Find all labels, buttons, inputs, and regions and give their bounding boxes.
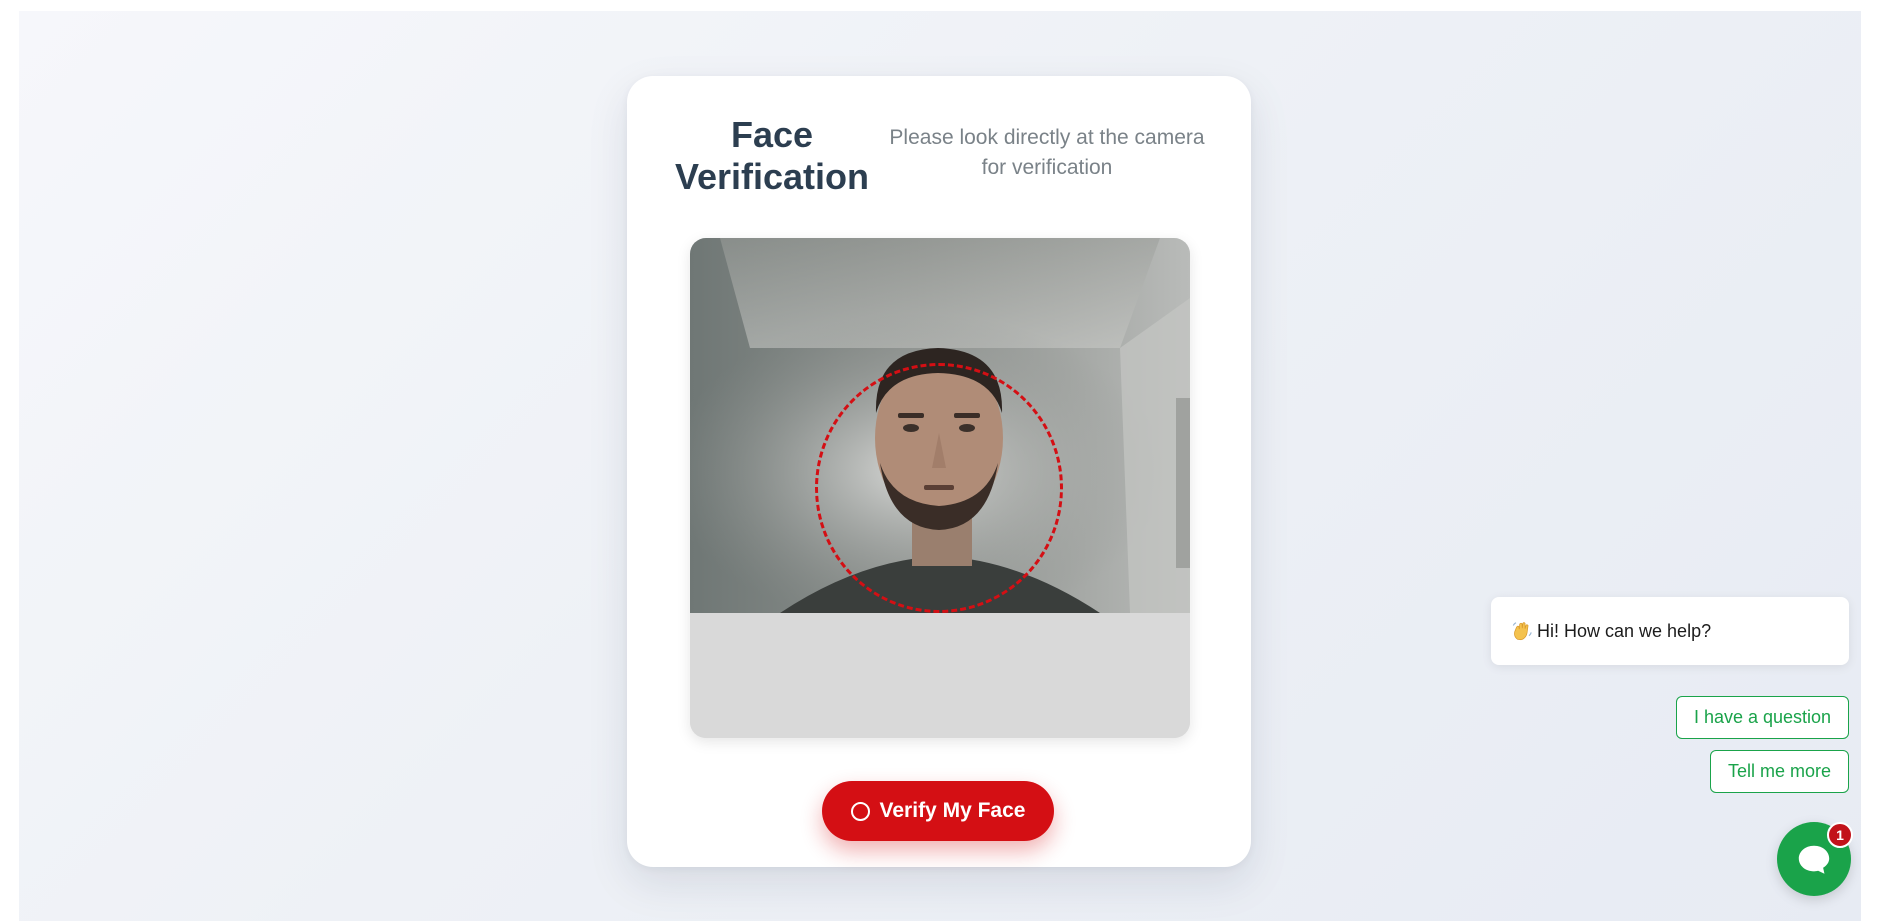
verify-button-label: Verify My Face <box>879 799 1026 822</box>
chat-greeting-text: Hi! How can we help? <box>1537 620 1712 641</box>
camera-preview <box>690 238 1190 738</box>
page-background: Face Verification Please look directly a… <box>19 11 1861 921</box>
circle-outline-icon <box>850 801 870 821</box>
waving-hand-icon <box>1512 622 1532 641</box>
face-verification-card: Face Verification Please look directly a… <box>627 76 1251 867</box>
chat-greeting-bubble[interactable]: Hi! How can we help? <box>1491 597 1849 665</box>
face-guide-circle <box>815 363 1063 613</box>
verify-face-button[interactable]: Verify My Face <box>822 781 1054 841</box>
page-title: Face Verification <box>674 114 870 197</box>
instruction-text: Please look directly at the camera for v… <box>889 126 1205 179</box>
camera-letterbox <box>690 613 1190 738</box>
chat-bubble-icon <box>1798 845 1830 874</box>
quick-reply-tell-more[interactable]: Tell me more <box>1710 750 1849 793</box>
unread-count-badge: 1 <box>1827 822 1853 848</box>
quick-reply-question[interactable]: I have a question <box>1676 696 1849 739</box>
